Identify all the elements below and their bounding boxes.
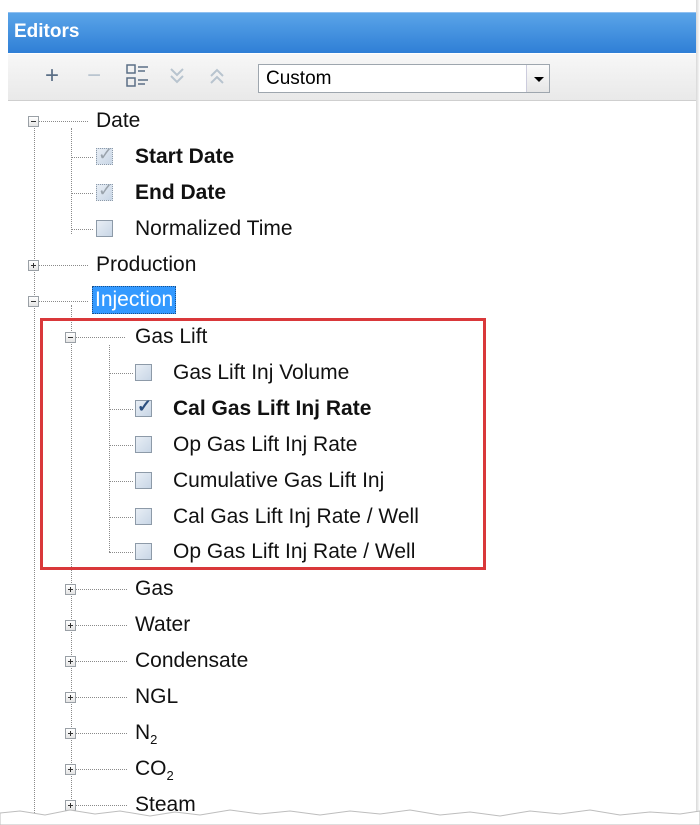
tree-node-gas[interactable]: Gas: [135, 576, 174, 602]
tree-guide-line: [34, 122, 35, 825]
toolbar: + − Custom: [8, 54, 698, 101]
collapse-icon[interactable]: [28, 296, 39, 307]
expand-icon[interactable]: [65, 728, 76, 739]
tree-guide-line: [71, 128, 72, 234]
expand-icon[interactable]: [28, 260, 39, 271]
tree-node-start-date[interactable]: Start Date: [135, 144, 234, 170]
tree-node-ngl[interactable]: NGL: [135, 684, 178, 710]
normalized-time-checkbox[interactable]: [96, 220, 113, 237]
expand-icon[interactable]: [65, 620, 76, 631]
expand-icon[interactable]: [65, 584, 76, 595]
tree-node-production[interactable]: Production: [96, 252, 196, 278]
dropdown-arrow-icon[interactable]: [526, 65, 549, 92]
expand-icon[interactable]: [65, 656, 76, 667]
tree-node-condensate[interactable]: Condensate: [135, 648, 248, 674]
tree-node-co2[interactable]: CO2: [135, 756, 174, 789]
preset-value: Custom: [266, 68, 332, 89]
minus-icon[interactable]: −: [80, 62, 108, 90]
tree-node-n2[interactable]: N2: [135, 720, 157, 753]
chevron-double-up-icon[interactable]: [203, 62, 231, 90]
torn-edge: [0, 809, 700, 825]
tree-node-water[interactable]: Water: [135, 612, 190, 638]
end-date-checkbox[interactable]: ✓: [96, 180, 113, 201]
start-date-checkbox[interactable]: ✓: [96, 144, 113, 165]
panel-right-edge: [696, 0, 700, 825]
expand-icon[interactable]: [65, 764, 76, 775]
window-title: Editors: [14, 21, 80, 42]
tree-node-normalized-time[interactable]: Normalized Time: [135, 216, 293, 242]
preset-dropdown[interactable]: Custom: [258, 64, 550, 93]
editors-panel: Editors + − Custom Date ✓ Start Date ✓ E…: [0, 0, 700, 825]
tree-node-end-date[interactable]: End Date: [135, 180, 226, 206]
highlight-box: [40, 318, 486, 570]
collapse-icon[interactable]: [28, 116, 39, 127]
plus-icon[interactable]: +: [38, 62, 66, 90]
tree-expand-icon[interactable]: [123, 62, 151, 90]
tree-node-injection[interactable]: Injection: [92, 286, 177, 314]
title-bar: Editors: [8, 12, 698, 53]
chevron-double-down-icon[interactable]: [163, 62, 191, 90]
tree-node-date[interactable]: Date: [96, 108, 140, 134]
expand-icon[interactable]: [65, 692, 76, 703]
field-tree: Date ✓ Start Date ✓ End Date Normalized …: [0, 100, 700, 825]
